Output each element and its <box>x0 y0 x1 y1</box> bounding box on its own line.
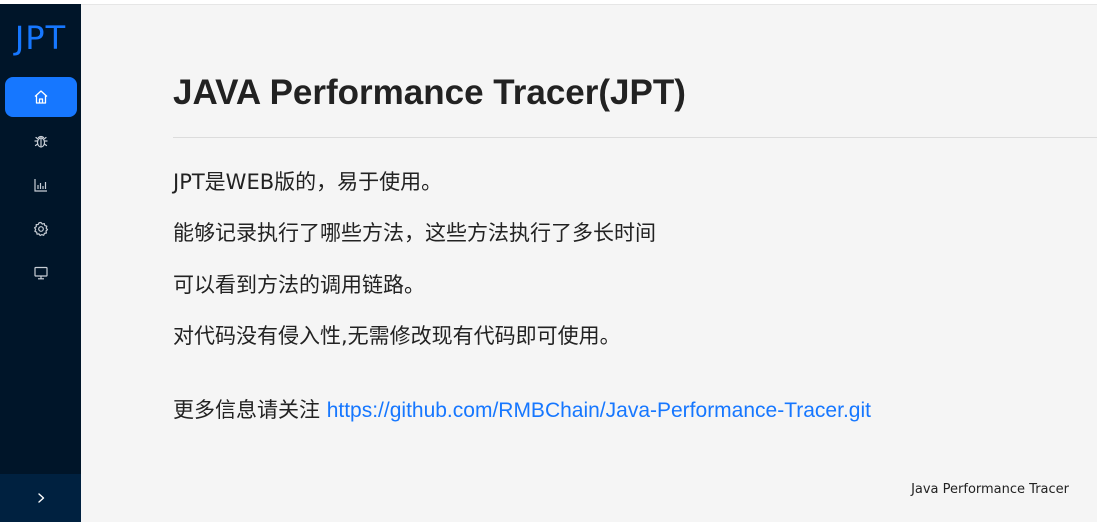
sidebar: JPT <box>0 4 81 522</box>
sidebar-menu <box>0 77 81 297</box>
intro-paragraph-3: 可以看到方法的调用链路。 <box>173 273 425 297</box>
app-logo: JPT <box>14 19 67 57</box>
github-link[interactable]: https://github.com/RMBChain/Java-Perform… <box>327 399 871 422</box>
sidebar-item-home[interactable] <box>5 77 77 117</box>
bar-chart-icon <box>34 179 47 192</box>
sidebar-item-monitor[interactable] <box>5 253 77 293</box>
footer-text: Java Performance Tracer <box>911 482 1069 497</box>
intro-paragraph-1: JPT是WEB版的，易于使用。 <box>173 170 443 194</box>
sidebar-item-debug[interactable] <box>5 121 77 161</box>
main-content: JAVA Performance Tracer(JPT) JPT是WEB版的，易… <box>81 4 1097 522</box>
chevron-right-icon <box>37 493 44 503</box>
more-info-label: 更多信息请关注 <box>173 398 327 422</box>
intro-paragraph-4: 对代码没有侵入性,无需修改现有代码即可使用。 <box>173 324 621 348</box>
title-divider <box>173 137 1097 138</box>
app-frame: JPT JAVA Performance Tracer(JPT) JPT是WEB… <box>0 4 1097 522</box>
sidebar-item-statistics[interactable] <box>5 165 77 205</box>
sidebar-collapse-toggle[interactable] <box>0 474 81 522</box>
bug-icon <box>34 135 48 148</box>
page-title: JAVA Performance Tracer(JPT) <box>173 73 686 112</box>
sidebar-item-settings[interactable] <box>5 209 77 249</box>
desktop-icon <box>34 266 48 280</box>
more-info-line: 更多信息请关注 https://github.com/RMBChain/Java… <box>173 396 871 425</box>
intro-paragraph-2: 能够记录执行了哪些方法，这些方法执行了多长时间 <box>173 221 656 245</box>
home-icon <box>34 90 48 104</box>
gear-icon <box>34 221 49 237</box>
